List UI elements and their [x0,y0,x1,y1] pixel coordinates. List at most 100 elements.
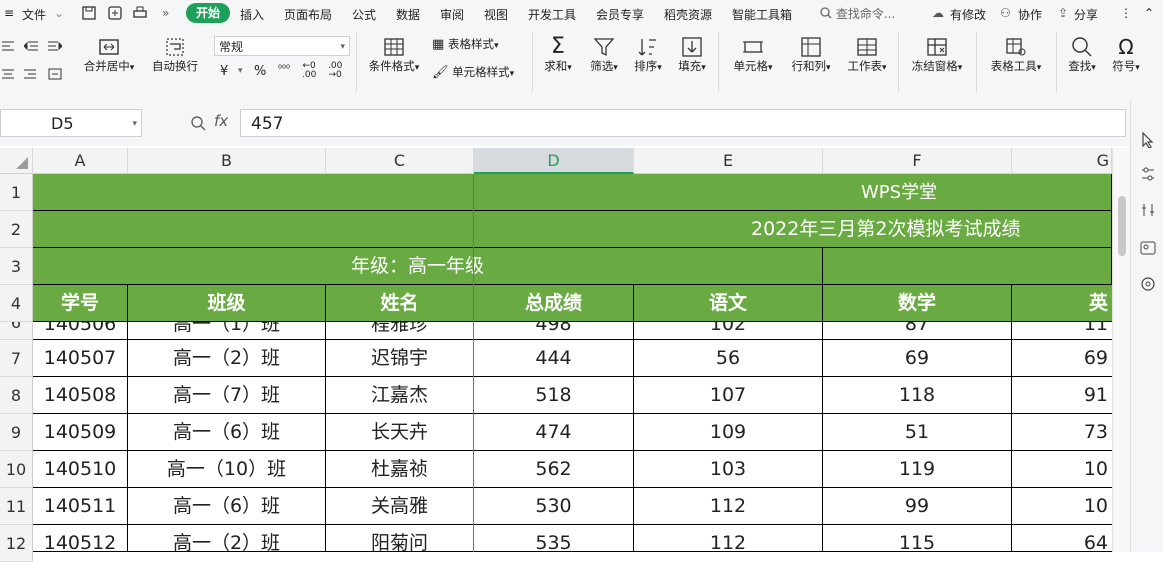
chevron-down-icon[interactable]: ⌄ [54,6,64,20]
column-header-b[interactable]: B [128,148,326,174]
table-cell[interactable]: 阳菊问 [326,525,474,552]
header-english[interactable]: 英 [1012,285,1112,322]
auto-wrap-button[interactable]: 自动换行 [146,36,204,74]
table-cell[interactable]: 高一（2）班 [128,340,326,377]
row-header-9[interactable]: 9 [0,414,33,451]
tab-view[interactable]: 视图 [484,6,508,23]
align-center-icon[interactable] [2,68,16,80]
find-button[interactable]: 查找▾ [1062,36,1102,74]
table-cell[interactable]: 51 [823,414,1012,451]
table-cell[interactable]: 140508 [33,377,128,414]
table-style-button[interactable]: ▦ 表格样式▾ [432,36,498,52]
collapse-ribbon-icon[interactable]: ⌃ [1144,6,1154,20]
table-cell[interactable]: 140506 [33,322,128,340]
table-cell[interactable]: 高一（6）班 [128,414,326,451]
grade-cell[interactable]: 年级：高一年级 [33,248,823,285]
decrease-decimal-icon[interactable]: .00 →0 [328,62,342,80]
header-class[interactable]: 班级 [128,285,326,322]
row-header-7[interactable]: 7 [0,340,33,377]
sheet-subtitle-cell[interactable]: 2022年三月第2次模拟考试成绩 [33,211,1112,248]
table-cell[interactable]: 长天卉 [326,414,474,451]
row-header-6[interactable]: 6 [0,322,33,340]
tab-docer[interactable]: 稻壳资源 [664,6,712,23]
indent-decrease-icon[interactable] [24,40,38,52]
table-cell[interactable]: 87 [823,322,1012,340]
sum-button[interactable]: Σ 求和▾ [540,36,576,74]
column-header-g[interactable]: G [1012,148,1112,174]
formula-input[interactable]: 457 [240,109,1126,137]
command-search[interactable]: 查找命令... [820,5,920,23]
tab-smart-tools[interactable]: 智能工具箱 [732,6,792,23]
table-cell[interactable]: 高一（1）班 [128,322,326,340]
table-cell[interactable]: 474 [474,414,634,451]
save-icon[interactable] [82,6,96,20]
align-right-icon[interactable] [24,68,38,80]
table-cell[interactable]: 56 [634,340,823,377]
table-cell[interactable]: 10 [1012,451,1112,488]
table-cell[interactable]: 69 [823,340,1012,377]
tab-page-layout[interactable]: 页面布局 [284,6,332,23]
table-cell[interactable]: 115 [823,525,1012,552]
table-cell[interactable]: 109 [634,414,823,451]
table-cell[interactable]: 江嘉杰 [326,377,474,414]
row-header-1[interactable]: 1 [0,174,33,211]
table-cell[interactable]: 73 [1012,414,1112,451]
fill-button[interactable]: 填充▾ [674,36,710,74]
row-header-2[interactable]: 2 [0,211,33,248]
select-all-corner[interactable] [0,148,33,174]
more-icon[interactable]: » [162,6,169,20]
row-header-4[interactable]: 4 [0,285,33,322]
table-cell[interactable]: 140510 [33,451,128,488]
more-options-icon[interactable]: ⋮ [1120,6,1132,20]
header-math[interactable]: 数学 [823,285,1012,322]
tab-home[interactable]: 开始 [186,3,230,23]
table-cell[interactable]: 91 [1012,377,1112,414]
filter-button[interactable]: 筛选▾ [586,36,622,74]
header-total[interactable]: 总成绩 [474,285,634,322]
table-cell[interactable]: 140509 [33,414,128,451]
thousands-separator-icon[interactable]: ⁰⁰⁰ [278,64,290,75]
table-cell[interactable]: 高一（6）班 [128,488,326,525]
row-column-button[interactable]: 行和列▾ [786,36,836,74]
header-chinese[interactable]: 语文 [634,285,823,322]
table-cell[interactable]: 11 [1012,322,1112,340]
freeze-panes-button[interactable]: 冻结窗格▾ [904,36,970,74]
share-button[interactable]: 分享 [1074,6,1098,23]
table-cell[interactable]: 关高雅 [326,488,474,525]
cell-style-button[interactable]: 🖌 单元格样式▾ [432,64,514,80]
symbol-button[interactable]: Ω 符号▾ [1106,36,1146,74]
tab-review[interactable]: 审阅 [440,6,464,23]
export-icon[interactable] [108,6,122,20]
table-cell[interactable]: 杜嘉祯 [326,451,474,488]
row-header-10[interactable]: 10 [0,451,33,488]
name-box[interactable]: D5 ▾ [0,109,142,137]
header-name[interactable]: 姓名 [326,285,474,322]
worksheet-button[interactable]: 工作表▾ [842,36,892,74]
table-cell[interactable]: 69 [1012,340,1112,377]
scrollbar-thumb[interactable] [1118,196,1126,256]
gear-icon[interactable] [1140,276,1156,292]
column-header-d[interactable]: D [474,148,634,174]
table-cell[interactable]: 118 [823,377,1012,414]
table-cell[interactable]: 103 [634,451,823,488]
tab-member[interactable]: 会员专享 [596,6,644,23]
row-header-11[interactable]: 11 [0,488,33,525]
table-cell[interactable]: 535 [474,525,634,552]
cursor-icon[interactable] [1140,132,1156,148]
percent-button[interactable]: % [254,64,266,79]
tab-data[interactable]: 数据 [396,6,420,23]
currency-button[interactable]: ¥ [220,64,228,79]
column-header-e[interactable]: E [634,148,823,174]
collaborate-button[interactable]: 协作 [1018,6,1042,23]
table-cell[interactable]: 119 [823,451,1012,488]
increase-decimal-icon[interactable]: ←0.00 [302,62,316,80]
column-header-c[interactable]: C [326,148,474,174]
table-cell[interactable]: 518 [474,377,634,414]
table-cell[interactable]: 562 [474,451,634,488]
table-cell[interactable]: 140512 [33,525,128,552]
table-cell[interactable]: 112 [634,525,823,552]
row-header-8[interactable]: 8 [0,377,33,414]
row-header-3[interactable]: 3 [0,248,33,285]
table-cell[interactable]: 444 [474,340,634,377]
vertical-scrollbar[interactable] [1112,148,1131,552]
